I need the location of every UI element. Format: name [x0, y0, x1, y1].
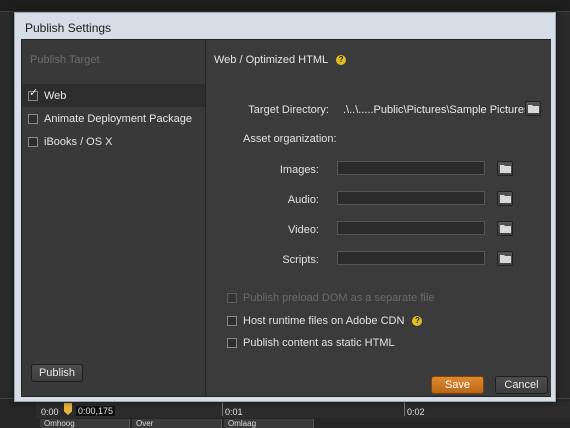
- scripts-label: Scripts:: [282, 254, 319, 266]
- timeline-ruler[interactable]: [36, 402, 570, 418]
- web-checkbox[interactable]: ✓: [28, 86, 39, 101]
- animate-deployment-checkbox[interactable]: [28, 113, 38, 124]
- save-button[interactable]: Save: [431, 376, 484, 394]
- target-directory-folder-button[interactable]: [525, 101, 541, 116]
- target-directory-value: .\..\.....Public\Pictures\Sample Picture…: [343, 104, 530, 116]
- audio-field[interactable]: [337, 191, 485, 205]
- option-label: Host runtime files on Adobe CDN: [243, 315, 405, 327]
- help-icon[interactable]: ?: [412, 316, 423, 326]
- folder-icon: [500, 255, 511, 263]
- folder-icon: [500, 225, 511, 233]
- target-item-web[interactable]: ✓ Web: [22, 84, 205, 107]
- timeline-mark-1: 0:01: [225, 407, 243, 417]
- images-label: Images:: [279, 164, 319, 176]
- images-folder-button[interactable]: [497, 161, 513, 176]
- images-field[interactable]: [337, 161, 485, 175]
- timeline-row-label[interactable]: Over: [132, 419, 222, 428]
- timeline-mark-2: 0:02: [407, 407, 425, 417]
- timeline-tick: [222, 402, 223, 416]
- section-title: Web / Optimized HTML ?: [214, 54, 347, 66]
- sidebar-heading: Publish Target: [30, 54, 100, 66]
- timeline-row-label[interactable]: Omhoog: [40, 419, 130, 428]
- publish-settings-dialog: Publish Settings Publish Target ✓ Web An…: [14, 12, 556, 402]
- check-icon: ✓: [29, 86, 39, 99]
- audio-folder-button[interactable]: [497, 191, 513, 206]
- preload-dom-checkbox: [227, 293, 237, 303]
- timeline-tick: [404, 402, 405, 416]
- asset-organization-label: Asset organization:: [243, 133, 337, 145]
- web-settings-panel: Web / Optimized HTML ? Target Directory:…: [207, 40, 551, 396]
- video-label: Video:: [288, 224, 319, 236]
- host-cdn-checkbox[interactable]: [227, 316, 237, 326]
- timeline-row-label[interactable]: Omlaag: [224, 419, 314, 428]
- static-html-checkbox[interactable]: [227, 338, 237, 348]
- publish-button[interactable]: Publish: [31, 364, 83, 382]
- option-preload-dom: Publish preload DOM as a separate file: [227, 292, 434, 304]
- video-folder-button[interactable]: [497, 221, 513, 236]
- target-list: ✓ Web Animate Deployment Package iBooks …: [22, 84, 205, 153]
- target-label: iBooks / OS X: [44, 135, 113, 148]
- scripts-folder-button[interactable]: [497, 251, 513, 266]
- folder-icon: [500, 195, 511, 203]
- folder-icon: [500, 165, 511, 173]
- help-icon[interactable]: ?: [336, 55, 347, 65]
- publish-target-sidebar: Publish Target ✓ Web Animate Deployment …: [22, 40, 206, 396]
- scripts-field[interactable]: [337, 251, 485, 265]
- dialog-body: Publish Target ✓ Web Animate Deployment …: [21, 39, 551, 397]
- timeline-start-label: 0:00: [41, 407, 59, 417]
- option-label: Publish preload DOM as a separate file: [243, 292, 435, 304]
- option-host-cdn[interactable]: Host runtime files on Adobe CDN ?: [227, 315, 423, 327]
- cancel-button[interactable]: Cancel: [495, 376, 548, 394]
- section-title-text: Web / Optimized HTML: [214, 54, 329, 66]
- video-field[interactable]: [337, 221, 485, 235]
- folder-icon: [528, 105, 539, 113]
- target-item-ibooks[interactable]: iBooks / OS X: [22, 130, 205, 153]
- target-directory-label: Target Directory:: [248, 104, 329, 116]
- target-label: Web: [44, 89, 67, 102]
- audio-label: Audio:: [287, 194, 319, 206]
- ibooks-checkbox[interactable]: [28, 136, 38, 147]
- dialog-title: Publish Settings: [25, 21, 112, 35]
- target-item-animate-deployment[interactable]: Animate Deployment Package: [22, 107, 205, 130]
- app-top-bar: [0, 0, 570, 12]
- option-label: Publish content as static HTML: [243, 337, 395, 349]
- timeline-current-time: 0:00,175: [76, 406, 116, 416]
- option-static-html[interactable]: Publish content as static HTML: [227, 337, 395, 349]
- target-label: Animate Deployment Package: [44, 112, 192, 125]
